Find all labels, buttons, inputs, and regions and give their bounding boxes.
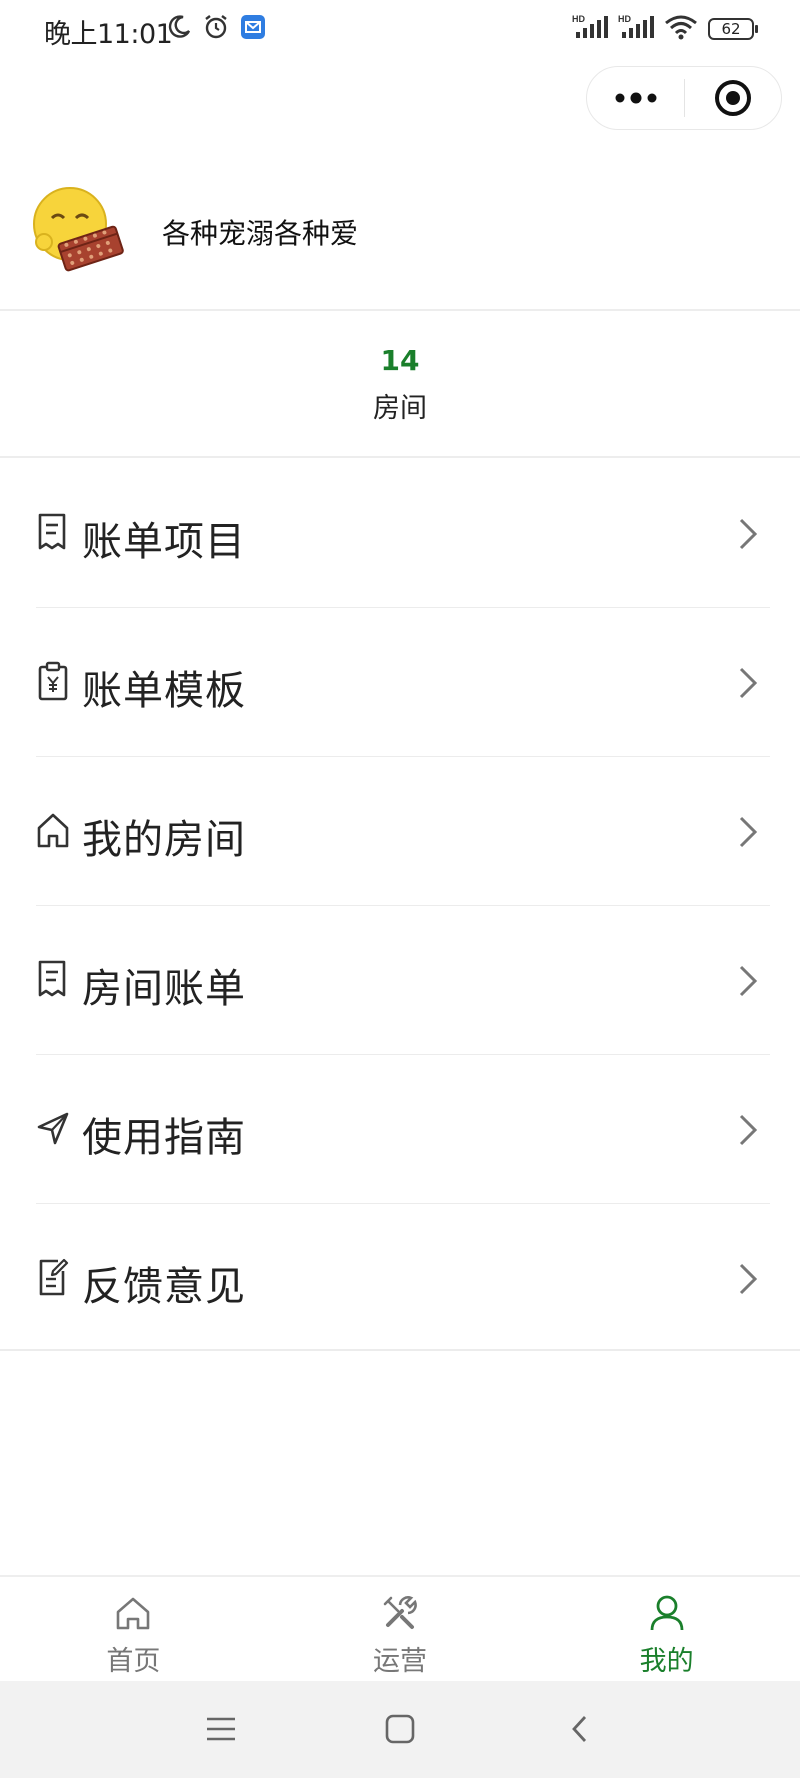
signal-hd-icon: HD	[572, 14, 608, 44]
signal-hd-icon: HD	[618, 14, 654, 44]
target-close-icon[interactable]	[685, 67, 781, 129]
menu-lines-icon[interactable]	[201, 1709, 241, 1749]
capsule-menu	[586, 66, 782, 130]
divider	[0, 309, 800, 311]
home-icon	[36, 810, 70, 850]
alarm-icon	[202, 13, 230, 45]
battery-icon: 62	[708, 18, 758, 40]
menu-list: 账单项目 账单模板 我的房间 房间账单 使用指南 反馈意见	[0, 459, 800, 1353]
status-left-icons	[166, 13, 266, 45]
chevron-right-icon	[736, 812, 760, 852]
menu-item-label: 反馈意见	[82, 1264, 246, 1310]
tab-label: 运营	[373, 1646, 427, 1677]
bill-icon	[36, 512, 70, 552]
wifi-icon	[664, 14, 698, 44]
menu-item-my-rooms[interactable]: 我的房间	[0, 757, 800, 906]
svg-text:HD: HD	[618, 14, 631, 24]
avatar[interactable]	[30, 184, 130, 274]
status-right-icons: HD HD 62	[572, 14, 758, 44]
rooms-label: 房间	[373, 393, 427, 424]
tab-home[interactable]: 首页	[0, 1577, 267, 1681]
menu-item-label: 使用指南	[82, 1115, 246, 1161]
divider	[0, 456, 800, 458]
mail-app-icon	[240, 14, 266, 44]
menu-item-bill-templates[interactable]: 账单模板	[0, 608, 800, 757]
status-bar: 晚上11:01 HD HD 62	[0, 0, 800, 58]
rooms-count: 14	[380, 344, 420, 377]
stats-rooms[interactable]: 14 房间	[0, 312, 800, 457]
menu-item-room-bills[interactable]: 房间账单	[0, 906, 800, 1055]
clipboard-yen-icon	[36, 661, 70, 701]
tab-label: 我的	[639, 1646, 694, 1677]
system-nav-bar	[0, 1681, 800, 1778]
chevron-right-icon	[736, 663, 760, 703]
tab-bar: 首页 运营 我的	[0, 1575, 800, 1681]
chevron-right-icon	[736, 514, 760, 554]
status-time: 晚上11:01	[44, 19, 173, 50]
edit-note-icon	[36, 1257, 70, 1297]
menu-item-label: 账单项目	[82, 519, 246, 565]
chevron-right-icon	[736, 961, 760, 1001]
menu-item-bill-items[interactable]: 账单项目	[0, 459, 800, 608]
menu-item-user-guide[interactable]: 使用指南	[0, 1055, 800, 1204]
svg-text:HD: HD	[572, 14, 585, 24]
nickname: 各种宠溺各种爱	[162, 217, 359, 250]
chevron-right-icon	[736, 1110, 760, 1150]
menu-item-label: 房间账单	[82, 966, 246, 1012]
tab-mine[interactable]: 我的	[533, 1577, 800, 1681]
bill-icon	[36, 959, 70, 999]
back-icon[interactable]	[560, 1709, 600, 1749]
tab-label: 首页	[106, 1646, 161, 1677]
menu-item-label: 我的房间	[82, 817, 246, 863]
navigation-arrow-icon	[36, 1108, 70, 1148]
tab-operations[interactable]: 运营	[267, 1577, 534, 1681]
chevron-right-icon	[736, 1259, 760, 1299]
moon-icon	[166, 14, 192, 44]
home-square-icon[interactable]	[380, 1709, 420, 1749]
divider	[0, 1349, 800, 1351]
menu-item-feedback[interactable]: 反馈意见	[0, 1204, 800, 1353]
more-dots-icon[interactable]	[587, 67, 684, 129]
menu-item-label: 账单模板	[82, 668, 246, 714]
profile-header: 各种宠溺各种爱	[0, 160, 800, 310]
